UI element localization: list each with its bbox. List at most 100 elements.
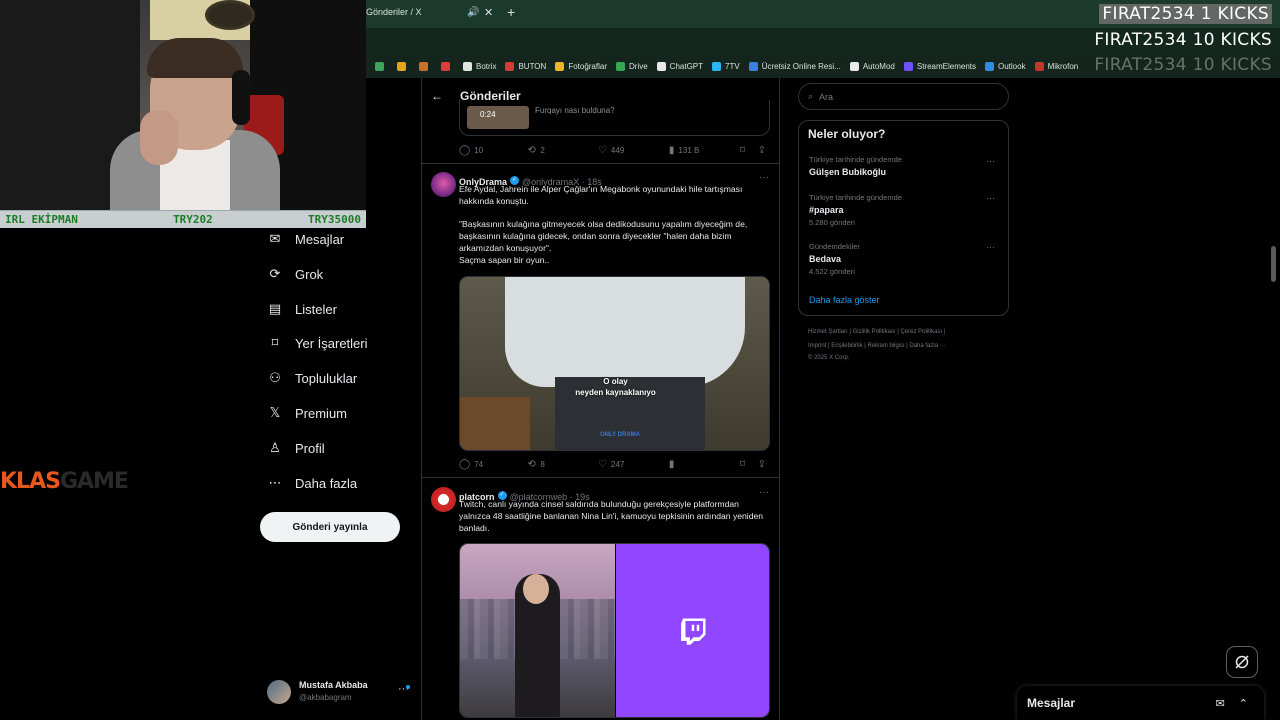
nav-item-grok[interactable]: ⟳ Grok — [266, 264, 324, 284]
video-thumbnail[interactable] — [467, 106, 529, 129]
trend-more-icon[interactable]: ··· — [986, 193, 995, 203]
kick-alert: FIRAT2534 10 KICKS — [1094, 30, 1272, 50]
bookmark-label: AutoMod — [862, 61, 895, 71]
scrollbar[interactable] — [1271, 246, 1276, 282]
avatar[interactable] — [431, 172, 456, 197]
new-tab-icon[interactable]: + — [507, 4, 515, 20]
bookmark-icon[interactable]: ⌑ — [740, 145, 758, 156]
new-message-icon[interactable]: ✉ — [1216, 697, 1225, 710]
kick-alert: FIRAT2534 1 KICKS — [1099, 4, 1272, 24]
trend-name: Gülşen Bubikoğlu — [809, 167, 887, 177]
nav-item-topluluklar[interactable]: ⚇ Topluluklar — [266, 368, 357, 388]
trend-item[interactable]: Gündemdekiler Bedava 4.522 gönderi — [809, 242, 860, 276]
bookmark-item[interactable]: Ücretsiz Online Resi... — [748, 61, 841, 71]
views-button[interactable]: ▮ — [669, 459, 740, 470]
bookmark-label: Ücretsiz Online Resi... — [761, 61, 841, 71]
bookmark-label: BUTON — [518, 61, 547, 71]
nav-icon: ⋯ — [268, 475, 282, 490]
trend-more-icon[interactable]: ··· — [986, 156, 995, 166]
bookmark-item[interactable] — [419, 61, 432, 71]
grok-button[interactable] — [1226, 646, 1258, 678]
nav-icon: ⌑ — [271, 335, 279, 350]
nav-item-label: Profil — [295, 440, 325, 456]
trend-name: Bedava — [809, 254, 842, 264]
footer-links[interactable]: Imprint | Erişilebilirlik | Reklam bilgi… — [808, 343, 946, 349]
reply-button[interactable]: ◯ 74 — [459, 459, 528, 470]
twitch-logo-icon — [681, 618, 706, 645]
tweet-more-icon[interactable]: ··· — [759, 172, 769, 183]
bookmark-item[interactable]: AutoMod — [849, 61, 895, 71]
bookmark-item[interactable]: Botrix — [463, 61, 496, 71]
tweet-image[interactable] — [459, 543, 770, 718]
post-button[interactable]: Gönderi yayınla — [260, 512, 400, 542]
bookmark-item[interactable]: Outlook — [985, 61, 1026, 71]
back-arrow-icon[interactable]: ← — [431, 89, 443, 103]
nav-item-listeler[interactable]: ▤ Listeler — [266, 299, 337, 319]
bookmark-label: Outlook — [998, 61, 1026, 71]
account-avatar[interactable] — [267, 680, 291, 704]
show-more-link[interactable]: Daha fazla göster — [809, 295, 880, 305]
expand-icon[interactable]: ⌃ — [1239, 697, 1248, 710]
views-button[interactable]: ▮ 131 B — [669, 145, 740, 156]
footer-links[interactable]: Hizmet Şartları | Gizlilik Politikası | … — [808, 329, 945, 335]
headset — [232, 70, 250, 125]
bookmark-item[interactable]: StreamElements — [903, 61, 976, 71]
like-button[interactable]: ♡ 449 — [598, 145, 669, 156]
messages-drawer-title: Mesajlar — [1027, 696, 1076, 710]
views-count: 131 B — [678, 146, 700, 155]
nav-icon: ✉ — [269, 231, 281, 246]
bookmark-icon — [505, 61, 515, 71]
bookmark-label: Drive — [629, 61, 648, 71]
nav-item-daha-fazla[interactable]: ⋯ Daha fazla — [266, 473, 358, 493]
strip-right: TRY35000 — [308, 213, 361, 226]
bookmark-item[interactable]: 7TV — [712, 61, 740, 71]
repost-count: 8 — [540, 460, 545, 469]
nav-item-premium[interactable]: 𝕏 Premium — [266, 403, 347, 423]
divider — [421, 477, 780, 478]
share-icon[interactable]: ⇪ — [758, 459, 770, 470]
nav-item-label: Yer İşaretleri — [295, 335, 368, 351]
avatar[interactable] — [431, 487, 456, 512]
trend-item[interactable]: Türkiye tarihinde gündemde #papara 5.280… — [809, 193, 902, 227]
donation-strip: IRL EKİPMAN TRY202 TRY35000 — [0, 210, 366, 228]
account-name[interactable]: Mustafa Akbaba — [299, 680, 368, 690]
streamer-hair — [147, 38, 243, 78]
close-tab-icon[interactable]: ✕ — [484, 6, 493, 19]
nav-item-yer-i̇şaretleri[interactable]: ⌑ Yer İşaretleri — [266, 333, 368, 353]
repost-button[interactable]: ⟲ 2 — [528, 145, 598, 156]
nav-item-label: Premium — [295, 405, 348, 421]
messages-drawer[interactable]: Mesajlar ✉ ⌃ — [1017, 686, 1264, 720]
tab-title[interactable]: Gönderiler / X — [366, 7, 422, 17]
bookmark-icon — [985, 61, 994, 71]
bookmark-icon[interactable]: ⌑ — [740, 459, 758, 470]
nav-item-mesajlar[interactable]: ✉ Mesajlar — [266, 229, 345, 249]
reply-count: 74 — [474, 460, 484, 469]
bookmark-item[interactable]: BUTON — [505, 61, 547, 71]
webcam-feed — [0, 0, 366, 210]
bookmark-icon — [463, 61, 472, 71]
bookmark-item[interactable] — [441, 61, 454, 71]
speaker-icon[interactable]: 🔊 — [467, 7, 479, 18]
trend-more-icon[interactable]: ··· — [986, 242, 995, 252]
bookmark-item[interactable] — [397, 61, 410, 71]
bookmark-item[interactable]: Mikrofon — [1034, 61, 1078, 71]
tweet-more-icon[interactable]: ··· — [759, 487, 769, 498]
repost-button[interactable]: ⟲ 8 — [528, 459, 598, 470]
nav-item-profil[interactable]: ♙ Profil — [266, 438, 325, 458]
bookmark-icon — [748, 61, 758, 71]
reply-icon: ◯ — [459, 145, 471, 156]
like-button[interactable]: ♡ 247 — [598, 459, 669, 470]
tweet-actions: ◯ 10 ⟲ 2 ♡ 449 ▮ 131 B ⌑ ⇪ — [459, 145, 770, 156]
search-input[interactable]: ⌕ Ara — [798, 83, 1009, 110]
share-icon[interactable]: ⇪ — [758, 145, 770, 156]
views-icon: ▮ — [668, 459, 675, 470]
trend-item[interactable]: Türkiye tarihinde gündemde Gülşen Bubiko… — [809, 155, 902, 177]
tweet-text: Efe Aydal, Jahrein ile Alper Çağlar'ın M… — [459, 184, 748, 265]
bookmark-item[interactable]: Fotoğraflar — [555, 61, 607, 71]
bookmark-item[interactable] — [375, 61, 388, 71]
tweet-video[interactable]: O olay neyden kaynaklanıyo ONLY DRAMA — [459, 276, 770, 451]
bookmark-item[interactable]: Drive — [616, 61, 648, 71]
reply-button[interactable]: ◯ 10 — [459, 145, 528, 156]
bookmark-item[interactable]: ChatGPT — [656, 61, 703, 71]
video-caption: neyden kaynaklanıyo — [575, 388, 656, 397]
